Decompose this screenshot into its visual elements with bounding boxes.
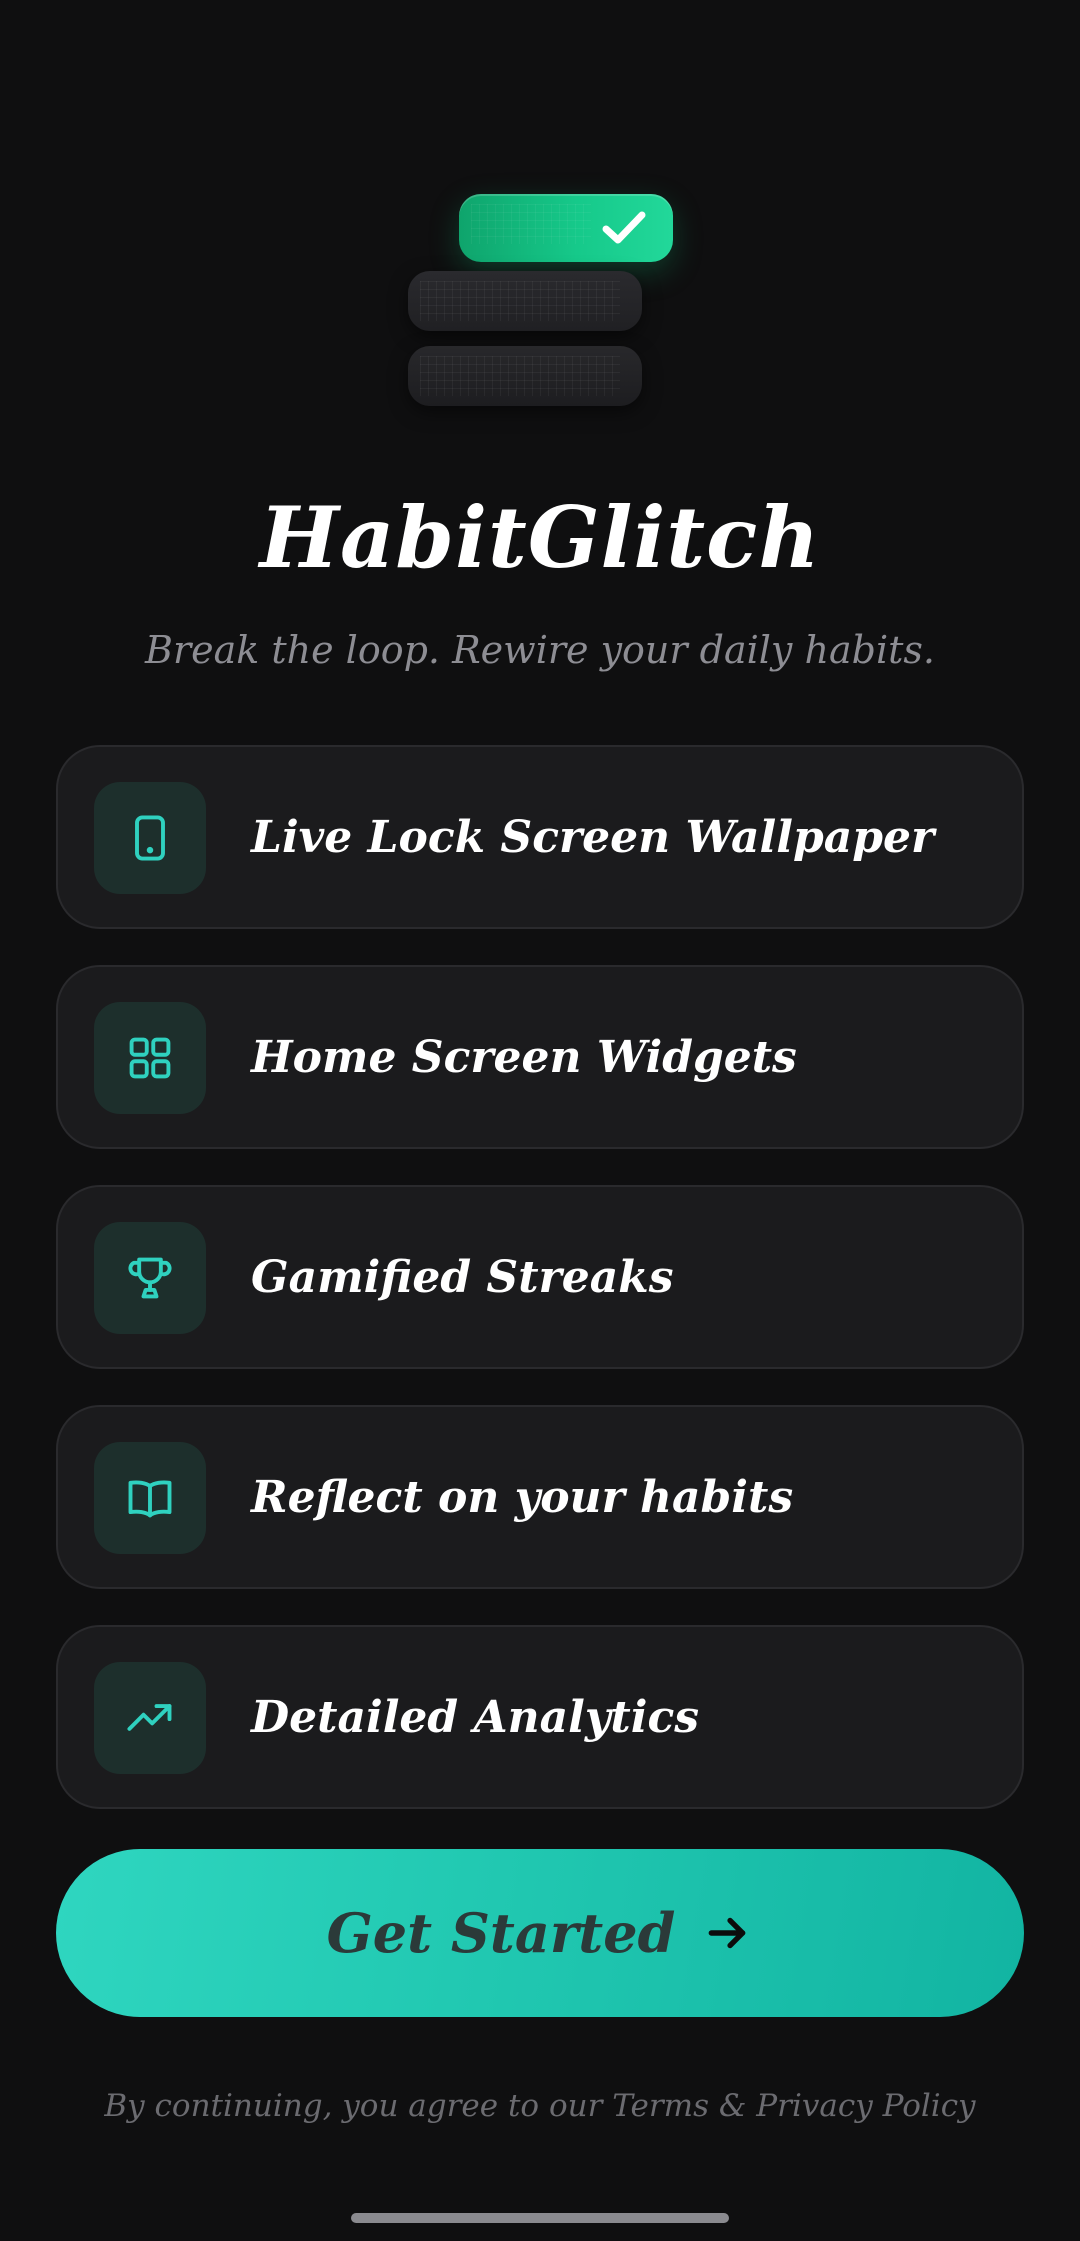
check-icon (602, 211, 646, 244)
tagline: Break the loop. Rewire your daily habits… (145, 628, 935, 672)
logo-bar (408, 271, 642, 331)
feature-card-widgets: Home Screen Widgets (56, 965, 1024, 1149)
grid-icon (94, 1002, 206, 1114)
phone-icon (94, 782, 206, 894)
get-started-button[interactable]: Get Started (56, 1849, 1024, 2017)
feature-card-analytics: Detailed Analytics (56, 1625, 1024, 1809)
feature-card-reflect: Reflect on your habits (56, 1405, 1024, 1589)
trending-up-icon (94, 1662, 206, 1774)
feature-card-streaks: Gamified Streaks (56, 1185, 1024, 1369)
feature-list: Live Lock Screen Wallpaper Home Screen W… (56, 745, 1024, 1845)
trophy-icon (94, 1222, 206, 1334)
feature-label: Home Screen Widgets (251, 1031, 797, 1083)
feature-label: Gamified Streaks (251, 1251, 674, 1303)
logo-bar-checked (459, 194, 673, 262)
home-indicator[interactable] (351, 2213, 729, 2223)
app-logo (0, 0, 1080, 420)
feature-label: Live Lock Screen Wallpaper (251, 811, 935, 863)
feature-label: Detailed Analytics (251, 1691, 700, 1743)
legal-notice: By continuing, you agree to our Terms & … (104, 2088, 976, 2124)
logo-bar (408, 346, 642, 406)
get-started-label: Get Started (326, 1901, 676, 1965)
app-title: HabitGlitch (259, 488, 821, 587)
feature-card-lock-screen: Live Lock Screen Wallpaper (56, 745, 1024, 929)
book-icon (94, 1442, 206, 1554)
arrow-right-icon (708, 1917, 746, 1949)
feature-label: Reflect on your habits (251, 1471, 794, 1523)
